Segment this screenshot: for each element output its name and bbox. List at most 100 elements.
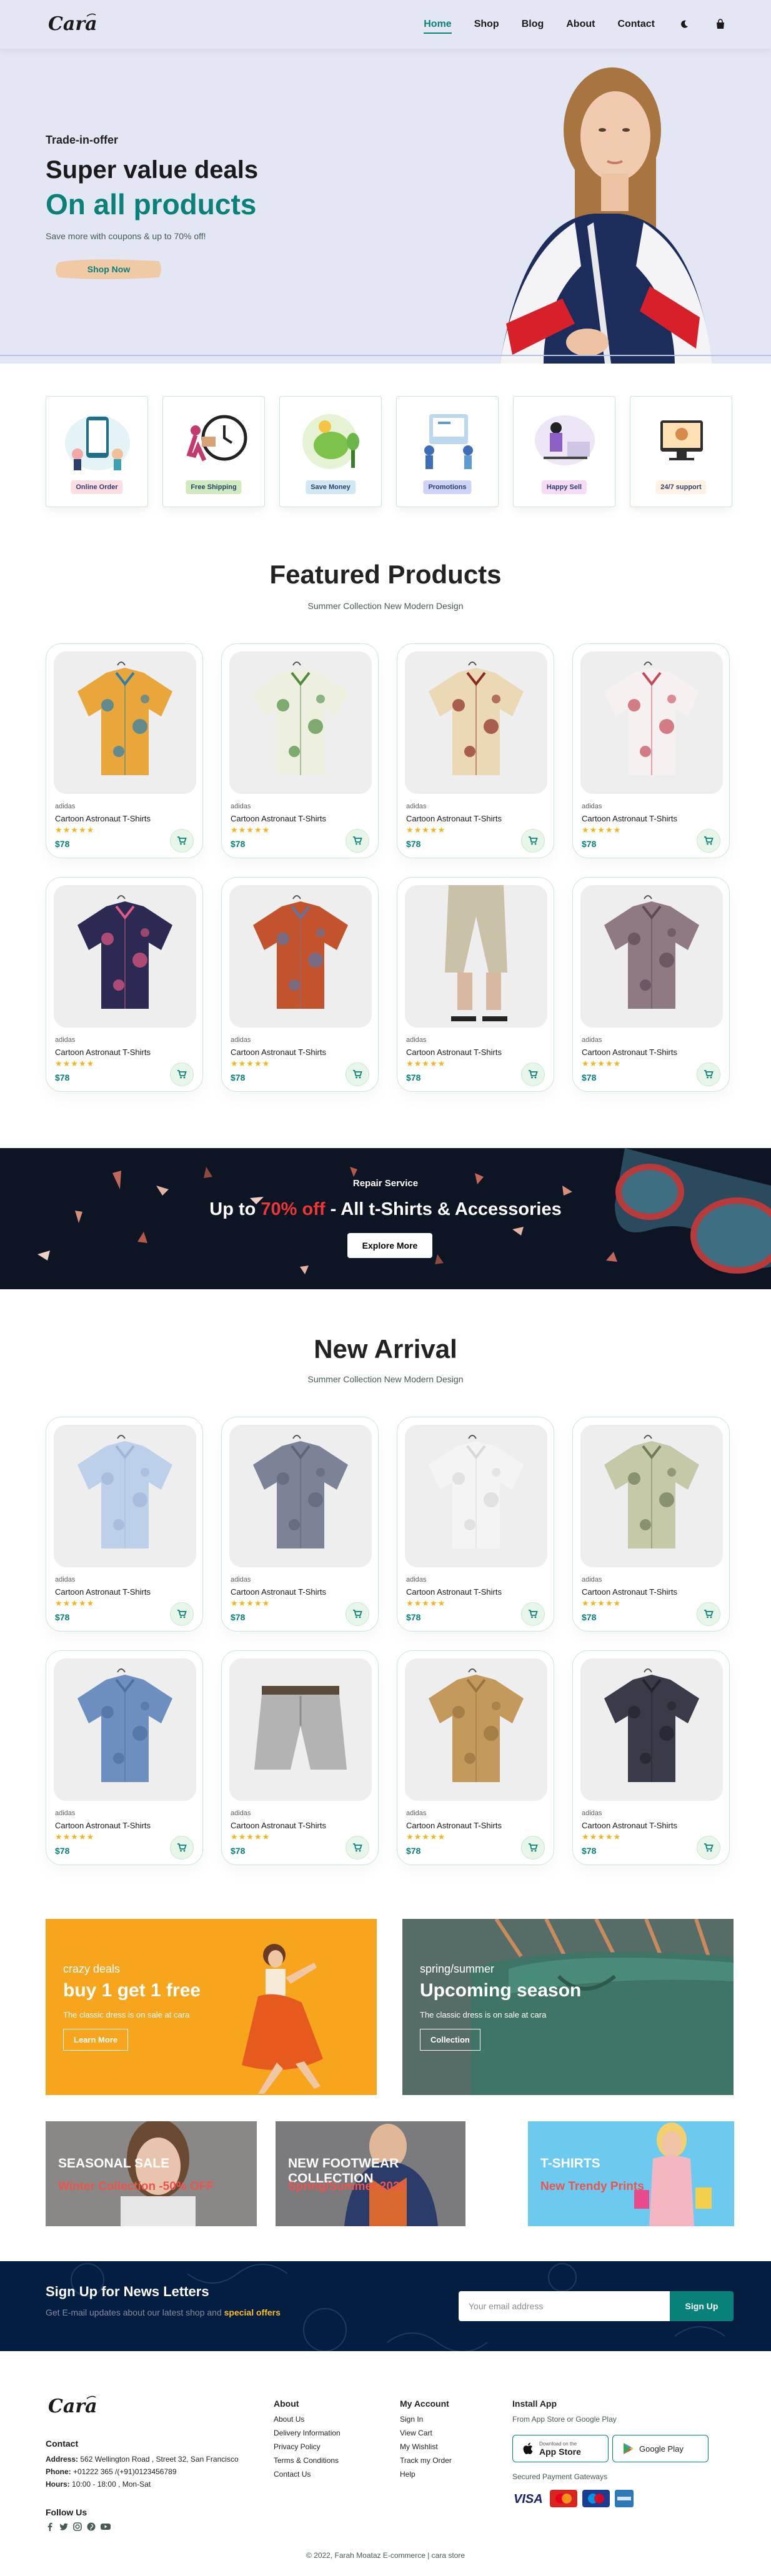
add-to-cart-button[interactable] (697, 829, 720, 853)
light-blue-shirt-icon[interactable] (54, 1425, 196, 1567)
add-to-cart-button[interactable] (170, 1602, 194, 1626)
site-footer: Cara Contact Address: 562 Wellington Roa… (0, 2351, 771, 2576)
dark-shirt-icon[interactable] (580, 1658, 723, 1801)
product-price: $78 (55, 1073, 70, 1082)
add-to-cart-button[interactable] (170, 1836, 194, 1860)
add-to-cart-button[interactable] (697, 1602, 720, 1626)
help-link[interactable]: Help (400, 2470, 452, 2479)
navy-floral-shirt-icon[interactable] (54, 885, 196, 1028)
nav-about[interactable]: About (566, 19, 595, 30)
add-to-cart-button[interactable] (346, 1602, 369, 1626)
product-name[interactable]: Cartoon Astronaut T-Shirts (55, 1048, 151, 1057)
add-to-cart-button[interactable] (697, 1063, 720, 1086)
add-to-cart-button[interactable] (521, 1836, 545, 1860)
google-play-button[interactable]: Google Play (612, 2435, 709, 2462)
track-order-link[interactable]: Track my Order (400, 2456, 452, 2465)
product-name[interactable]: Cartoon Astronaut T-Shirts (231, 1587, 326, 1597)
footer-logo[interactable]: Cara (46, 2392, 102, 2420)
two-tone-shirt-icon[interactable] (229, 885, 372, 1028)
twitter-icon[interactable] (59, 2522, 68, 2531)
add-to-cart-button[interactable] (170, 1063, 194, 1086)
add-to-cart-button[interactable] (346, 1063, 369, 1086)
email-field[interactable]: Your email address (459, 2291, 670, 2321)
shopping-bag-icon[interactable] (714, 17, 727, 31)
facebook-icon[interactable] (46, 2522, 54, 2531)
contact-us-link[interactable]: Contact Us (274, 2470, 341, 2479)
product-card[interactable]: adidas Cartoon Astronaut T-Shirts ★★★★★ $78 (46, 1417, 203, 1632)
khaki-jacket-icon[interactable] (405, 1658, 547, 1801)
product-name[interactable]: Cartoon Astronaut T-Shirts (231, 1048, 326, 1057)
palm-shirt-icon[interactable] (229, 651, 372, 794)
collection-button[interactable]: Collection (420, 2029, 480, 2051)
moon-icon[interactable] (677, 17, 691, 31)
wishlist-link[interactable]: My Wishlist (400, 2442, 452, 2451)
product-card[interactable]: adidas Cartoon Astronaut T-Shirts ★★★★★ $78 (221, 1417, 379, 1632)
product-card[interactable]: adidas Cartoon Astronaut T-Shirts ★★★★★ $78 (221, 877, 379, 1092)
product-name[interactable]: Cartoon Astronaut T-Shirts (406, 1587, 502, 1597)
sign-in-link[interactable]: Sign In (400, 2415, 452, 2424)
add-to-cart-button[interactable] (346, 829, 369, 853)
learn-more-button[interactable]: Learn More (63, 2029, 129, 2051)
product-card[interactable]: adidas Cartoon Astronaut T-Shirts ★★★★★ $78 (397, 1417, 554, 1632)
gray-shorts-icon[interactable] (229, 1658, 372, 1801)
add-to-cart-button[interactable] (346, 1836, 369, 1860)
product-name[interactable]: Cartoon Astronaut T-Shirts (582, 1048, 677, 1057)
add-to-cart-button[interactable] (170, 829, 194, 853)
product-card[interactable]: adidas Cartoon Astronaut T-Shirts ★★★★★ $78 (397, 643, 554, 858)
blossom-shirt-icon[interactable] (580, 651, 723, 794)
product-card[interactable]: adidas Cartoon Astronaut T-Shirts ★★★★★ $78 (221, 643, 379, 858)
add-to-cart-button[interactable] (521, 1602, 545, 1626)
logo[interactable]: Cara (46, 10, 102, 37)
nav-shop[interactable]: Shop (474, 19, 499, 30)
product-name[interactable]: Cartoon Astronaut T-Shirts (231, 814, 326, 823)
delivery-info-link[interactable]: Delivery Information (274, 2429, 341, 2437)
product-name[interactable]: Cartoon Astronaut T-Shirts (55, 1587, 151, 1597)
terms-link[interactable]: Terms & Conditions (274, 2456, 341, 2465)
app-store-button[interactable]: Download on the App Store (512, 2435, 609, 2462)
cropped-pants-icon[interactable] (405, 885, 547, 1028)
product-card[interactable]: adidas Cartoon Astronaut T-Shirts ★★★★★ $78 (397, 877, 554, 1092)
explore-more-button[interactable]: Explore More (347, 1233, 432, 1258)
print-shirt-icon[interactable] (580, 1425, 723, 1567)
pinterest-icon[interactable] (87, 2522, 96, 2531)
product-name[interactable]: Cartoon Astronaut T-Shirts (55, 1821, 151, 1830)
paisley-blouse-icon[interactable] (580, 885, 723, 1028)
instagram-icon[interactable] (73, 2522, 82, 2531)
youtube-icon[interactable] (101, 2522, 111, 2531)
product-name[interactable]: Cartoon Astronaut T-Shirts (55, 814, 151, 823)
newsletter-text: Get E-mail updates about our latest shop… (46, 2307, 281, 2317)
sign-up-button[interactable]: Sign Up (670, 2291, 734, 2321)
nav-blog[interactable]: Blog (522, 19, 544, 30)
product-name[interactable]: Cartoon Astronaut T-Shirts (582, 1821, 677, 1830)
add-to-cart-button[interactable] (697, 1836, 720, 1860)
view-cart-link[interactable]: View Cart (400, 2429, 452, 2437)
nav-home[interactable]: Home (424, 19, 452, 34)
denim-shirt-icon[interactable] (54, 1658, 196, 1801)
white-shirt-icon[interactable] (405, 1425, 547, 1567)
product-name[interactable]: Cartoon Astronaut T-Shirts (406, 814, 502, 823)
product-card[interactable]: adidas Cartoon Astronaut T-Shirts ★★★★★ $78 (572, 643, 730, 858)
product-card[interactable]: adidas Cartoon Astronaut T-Shirts ★★★★★ $78 (46, 877, 203, 1092)
shop-now-button[interactable]: Shop Now (55, 255, 162, 284)
product-card[interactable]: adidas Cartoon Astronaut T-Shirts ★★★★★ $78 (397, 1650, 554, 1865)
product-card[interactable]: adidas Cartoon Astronaut T-Shirts ★★★★★ $78 (46, 1650, 203, 1865)
product-card[interactable]: adidas Cartoon Astronaut T-Shirts ★★★★★ $78 (572, 877, 730, 1092)
nav-contact[interactable]: Contact (617, 19, 655, 30)
product-name[interactable]: Cartoon Astronaut T-Shirts (231, 1821, 326, 1830)
gray-shirt-icon[interactable] (229, 1425, 372, 1567)
product-name[interactable]: Cartoon Astronaut T-Shirts (582, 814, 677, 823)
add-to-cart-button[interactable] (521, 1063, 545, 1086)
hawaiian-shirt-icon[interactable] (54, 651, 196, 794)
floral-shirt-icon[interactable] (405, 651, 547, 794)
product-name[interactable]: Cartoon Astronaut T-Shirts (406, 1048, 502, 1057)
hero-highlight: On all products (46, 188, 257, 220)
product-card[interactable]: adidas Cartoon Astronaut T-Shirts ★★★★★ $78 (221, 1650, 379, 1865)
product-name[interactable]: Cartoon Astronaut T-Shirts (582, 1587, 677, 1597)
about-us-link[interactable]: About Us (274, 2415, 341, 2424)
add-to-cart-button[interactable] (521, 829, 545, 853)
product-card[interactable]: adidas Cartoon Astronaut T-Shirts ★★★★★ $78 (572, 1417, 730, 1632)
product-card[interactable]: adidas Cartoon Astronaut T-Shirts ★★★★★ $78 (46, 643, 203, 858)
product-name[interactable]: Cartoon Astronaut T-Shirts (406, 1821, 502, 1830)
privacy-policy-link[interactable]: Privacy Policy (274, 2442, 341, 2451)
product-card[interactable]: adidas Cartoon Astronaut T-Shirts ★★★★★ $78 (572, 1650, 730, 1865)
